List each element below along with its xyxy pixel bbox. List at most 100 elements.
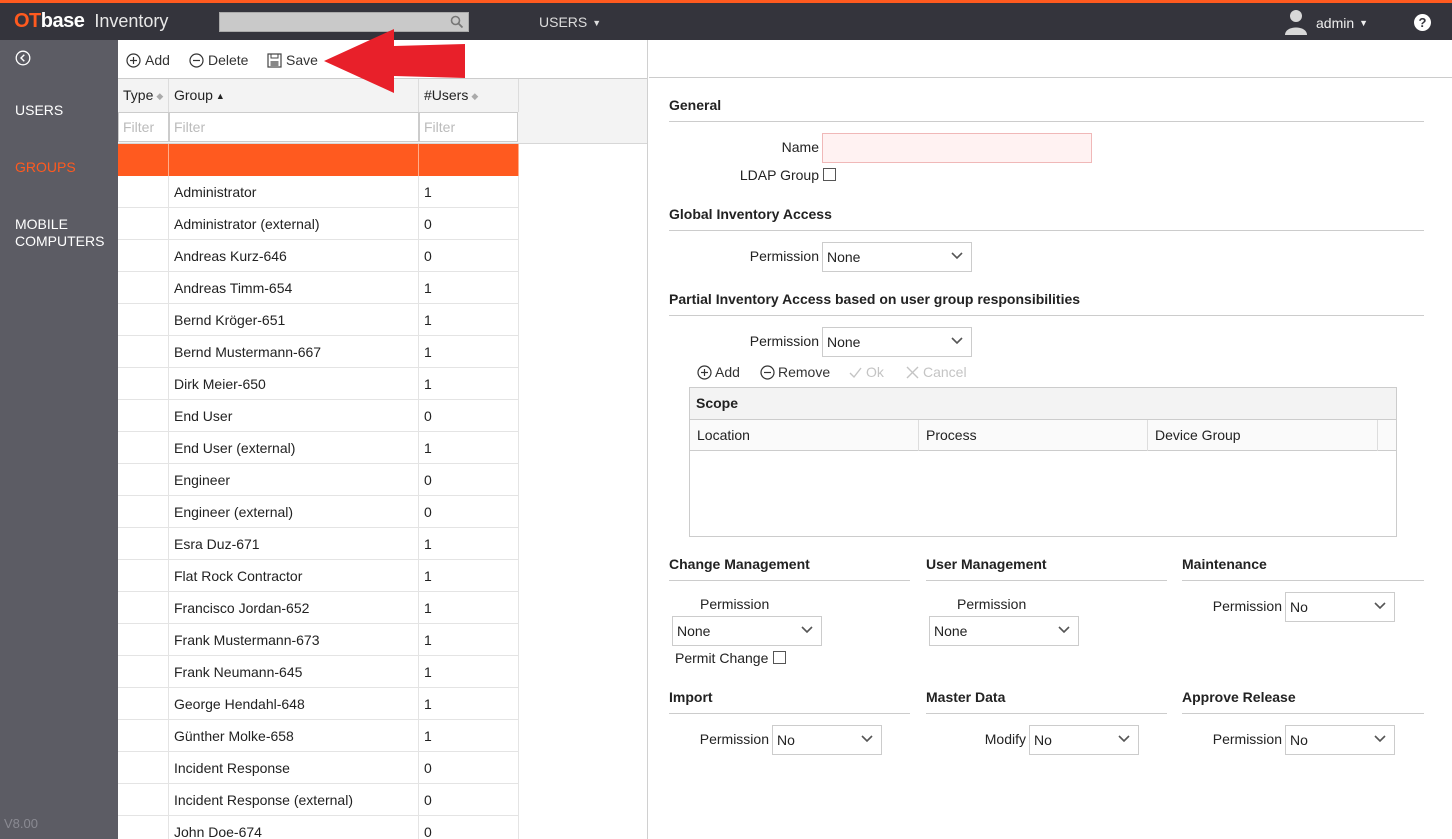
cell-type: [118, 400, 169, 432]
section-change-management-title: Change Management: [669, 556, 910, 581]
table-row[interactable]: Bernd Kröger-651 1: [118, 304, 519, 336]
ldap-group-checkbox[interactable]: [823, 168, 836, 181]
scope-table-title: Scope: [690, 388, 1396, 420]
table-row[interactable]: Engineer (external) 0: [118, 496, 519, 528]
table-row[interactable]: Frank Neumann-645 1: [118, 656, 519, 688]
cell-users: 0: [419, 496, 519, 528]
partial-permission-select[interactable]: None: [822, 327, 972, 357]
maintenance-permission-value: No: [1290, 599, 1308, 615]
table-row[interactable]: Engineer 0: [118, 464, 519, 496]
change-permission-select[interactable]: None: [672, 616, 822, 646]
partial-permission-value: None: [827, 334, 861, 350]
scope-cancel-button[interactable]: Cancel: [905, 364, 967, 380]
red-arrow-icon: [324, 29, 465, 93]
global-permission-select[interactable]: None: [822, 242, 972, 272]
table-row[interactable]: Esra Duz-671 1: [118, 528, 519, 560]
column-header-type[interactable]: Type ◆: [118, 79, 169, 112]
sidebar-item-groups[interactable]: GROUPS: [15, 159, 115, 176]
sidebar-item-mobile-computers[interactable]: MOBILE COMPUTERS: [15, 216, 115, 250]
section-global-access-title: Global Inventory Access: [669, 206, 1424, 231]
scope-column-device-group[interactable]: Device Group: [1148, 420, 1378, 451]
maintenance-permission-select[interactable]: No: [1285, 592, 1395, 622]
table-row[interactable]: Incident Response (external) 0: [118, 784, 519, 816]
cell-users: 0: [419, 784, 519, 816]
cell-type: [118, 240, 169, 272]
scope-ok-button[interactable]: Ok: [848, 364, 884, 380]
approve-release-permission-select[interactable]: No: [1285, 725, 1395, 755]
cell-group: John Doe-674: [169, 816, 419, 839]
name-input[interactable]: [822, 133, 1092, 163]
table-row[interactable]: Administrator (external) 0: [118, 208, 519, 240]
table-row[interactable]: Andreas Kurz-646 0: [118, 240, 519, 272]
scope-remove-button[interactable]: Remove: [760, 364, 830, 380]
table-row[interactable]: Frank Mustermann-673 1: [118, 624, 519, 656]
chevron-down-icon: [1374, 602, 1386, 610]
name-label: Name: [781, 139, 819, 155]
table-row[interactable]: Incident Response 0: [118, 752, 519, 784]
filter-input-users[interactable]: [419, 112, 518, 142]
table-row[interactable]: Andreas Timm-654 1: [118, 272, 519, 304]
master-data-modify-value: No: [1034, 732, 1052, 748]
add-button[interactable]: Add: [126, 52, 170, 68]
cell-users: 1: [419, 720, 519, 752]
filter-input-group[interactable]: [169, 112, 419, 142]
cell-group: Günther Molke-658: [169, 720, 419, 752]
delete-button-label: Delete: [208, 52, 249, 68]
import-permission-select[interactable]: No: [772, 725, 882, 755]
scope-ok-label: Ok: [866, 364, 884, 380]
cell-group: Bernd Mustermann-667: [169, 336, 419, 368]
permit-change-checkbox[interactable]: [773, 651, 786, 664]
app-logo[interactable]: OTbase Inventory: [14, 10, 168, 33]
scope-table-header: Location Process Device Group: [690, 420, 1396, 451]
sort-icon: ◆: [471, 91, 479, 101]
table-row[interactable]: End User (external) 1: [118, 432, 519, 464]
global-permission-label: Permission: [749, 248, 819, 264]
plus-circle-icon: [126, 52, 141, 68]
cell-type: [118, 752, 169, 784]
table-row[interactable]: Administrator 1: [118, 176, 519, 208]
cell-type: [118, 592, 169, 624]
cell-users: 0: [419, 464, 519, 496]
change-permission-value: None: [677, 623, 711, 639]
scope-add-button[interactable]: Add: [697, 364, 740, 380]
cell-type: [118, 368, 169, 400]
users-menu[interactable]: USERS ▼: [539, 14, 601, 30]
table-row[interactable]: Bernd Mustermann-667 1: [118, 336, 519, 368]
table-row[interactable]: Dirk Meier-650 1: [118, 368, 519, 400]
cell-group: Administrator: [169, 176, 419, 208]
table-row[interactable]: John Doe-674 0: [118, 816, 519, 839]
master-data-modify-select[interactable]: No: [1029, 725, 1139, 755]
table-row[interactable]: Francisco Jordan-652 1: [118, 592, 519, 624]
sort-ascending-icon: ▲: [215, 91, 225, 101]
chevron-down-icon: [1118, 735, 1130, 743]
scope-column-location[interactable]: Location: [690, 420, 919, 451]
user-menu[interactable]: admin ▼: [1284, 8, 1368, 38]
approve-release-permission-value: No: [1290, 732, 1308, 748]
help-icon[interactable]: ?: [1414, 14, 1431, 31]
sidebar-item-users[interactable]: USERS: [15, 102, 115, 119]
cell-type: [118, 688, 169, 720]
table-row[interactable]: End User 0: [118, 400, 519, 432]
cell-users: 0: [419, 208, 519, 240]
maintenance-permission-label: Permission: [1212, 598, 1282, 614]
table-row[interactable]: Flat Rock Contractor 1: [118, 560, 519, 592]
scope-column-process[interactable]: Process: [919, 420, 1148, 451]
back-circle-icon[interactable]: [15, 50, 31, 69]
table-row-selected[interactable]: [118, 144, 519, 176]
permit-change-label: Permit Change: [675, 650, 769, 666]
plus-circle-icon: [697, 364, 712, 380]
table-row[interactable]: George Hendahl-648 1: [118, 688, 519, 720]
save-button[interactable]: Save: [267, 52, 318, 68]
user-mgmt-permission-select[interactable]: None: [929, 616, 1079, 646]
table-row[interactable]: Günther Molke-658 1: [118, 720, 519, 752]
delete-button[interactable]: Delete: [189, 52, 248, 68]
top-bar: OTbase Inventory USERS ▼ admin ▼ ?: [0, 0, 1452, 40]
cell-group: [169, 144, 419, 176]
cell-users: [419, 144, 519, 176]
filter-cell-group: [169, 112, 419, 142]
checkmark-icon: [849, 367, 862, 378]
version-label: V8.00: [4, 816, 38, 831]
cell-group: George Hendahl-648: [169, 688, 419, 720]
filter-input-type[interactable]: [118, 112, 169, 142]
cell-type: [118, 816, 169, 839]
